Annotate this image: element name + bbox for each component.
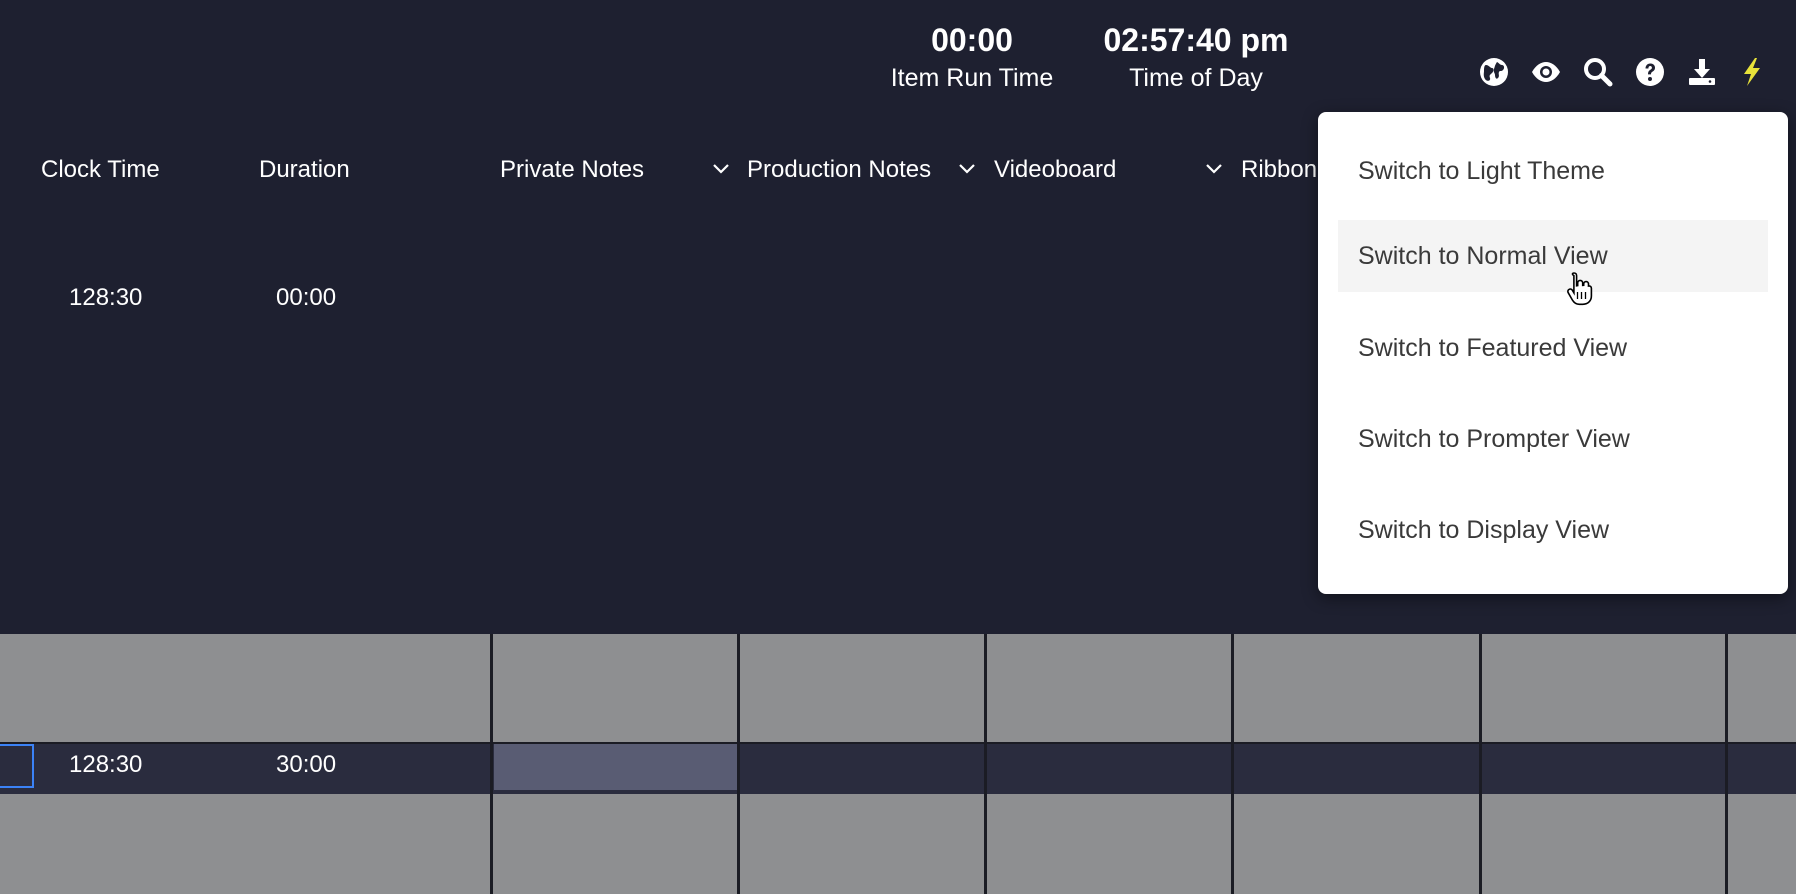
row-clock-value: 128:30 [69, 751, 143, 778]
menu-item-light-theme[interactable]: Switch to Light Theme [1338, 135, 1768, 207]
download-icon[interactable] [1684, 54, 1720, 90]
grid-lower [0, 794, 1796, 894]
eye-icon[interactable] [1528, 54, 1564, 90]
chevron-down-icon[interactable] [711, 158, 731, 180]
column-header-private-notes[interactable]: Private Notes [500, 154, 644, 186]
help-icon[interactable] [1632, 54, 1668, 90]
item-run-time-label: Item Run Time [890, 64, 1054, 92]
column-header-clock-time[interactable]: Clock Time [41, 154, 160, 186]
search-icon[interactable] [1580, 54, 1616, 90]
item-run-time-value: 00:00 [931, 22, 1013, 58]
header-clock-value: 128:30 [69, 284, 143, 311]
header-duration-value: 00:00 [276, 284, 337, 311]
time-of-day-value: 02:57:40 pm [1103, 22, 1289, 58]
time-of-day-label: Time of Day [1129, 64, 1263, 92]
table-row[interactable] [0, 742, 1796, 796]
item-run-time: 00:00 Item Run Time [872, 20, 1072, 94]
row-focus-box[interactable] [0, 744, 34, 788]
chevron-down-icon[interactable] [1204, 158, 1224, 180]
lightning-icon[interactable] [1734, 54, 1770, 90]
column-header-duration[interactable]: Duration [259, 154, 350, 186]
column-header-videoboard[interactable]: Videoboard [994, 154, 1116, 186]
menu-item-prompter-view[interactable]: Switch to Prompter View [1338, 403, 1768, 475]
menu-item-display-view[interactable]: Switch to Display View [1338, 494, 1768, 566]
chevron-down-icon[interactable] [957, 158, 977, 180]
selected-cell[interactable] [494, 744, 737, 790]
grid-upper [0, 634, 1796, 742]
row-duration-value: 30:00 [276, 751, 337, 778]
time-of-day: 02:57:40 pm Time of Day [1076, 20, 1316, 94]
view-switch-menu: Switch to Light Theme Switch to Normal V… [1318, 112, 1788, 594]
column-header-ribbon[interactable]: Ribbon [1241, 154, 1317, 186]
column-header-production-notes[interactable]: Production Notes [747, 154, 931, 186]
menu-item-normal-view[interactable]: Switch to Normal View [1338, 220, 1768, 292]
menu-item-featured-view[interactable]: Switch to Featured View [1338, 312, 1768, 384]
hand-pointer-icon [1564, 270, 1594, 306]
globe-icon[interactable] [1476, 54, 1512, 90]
